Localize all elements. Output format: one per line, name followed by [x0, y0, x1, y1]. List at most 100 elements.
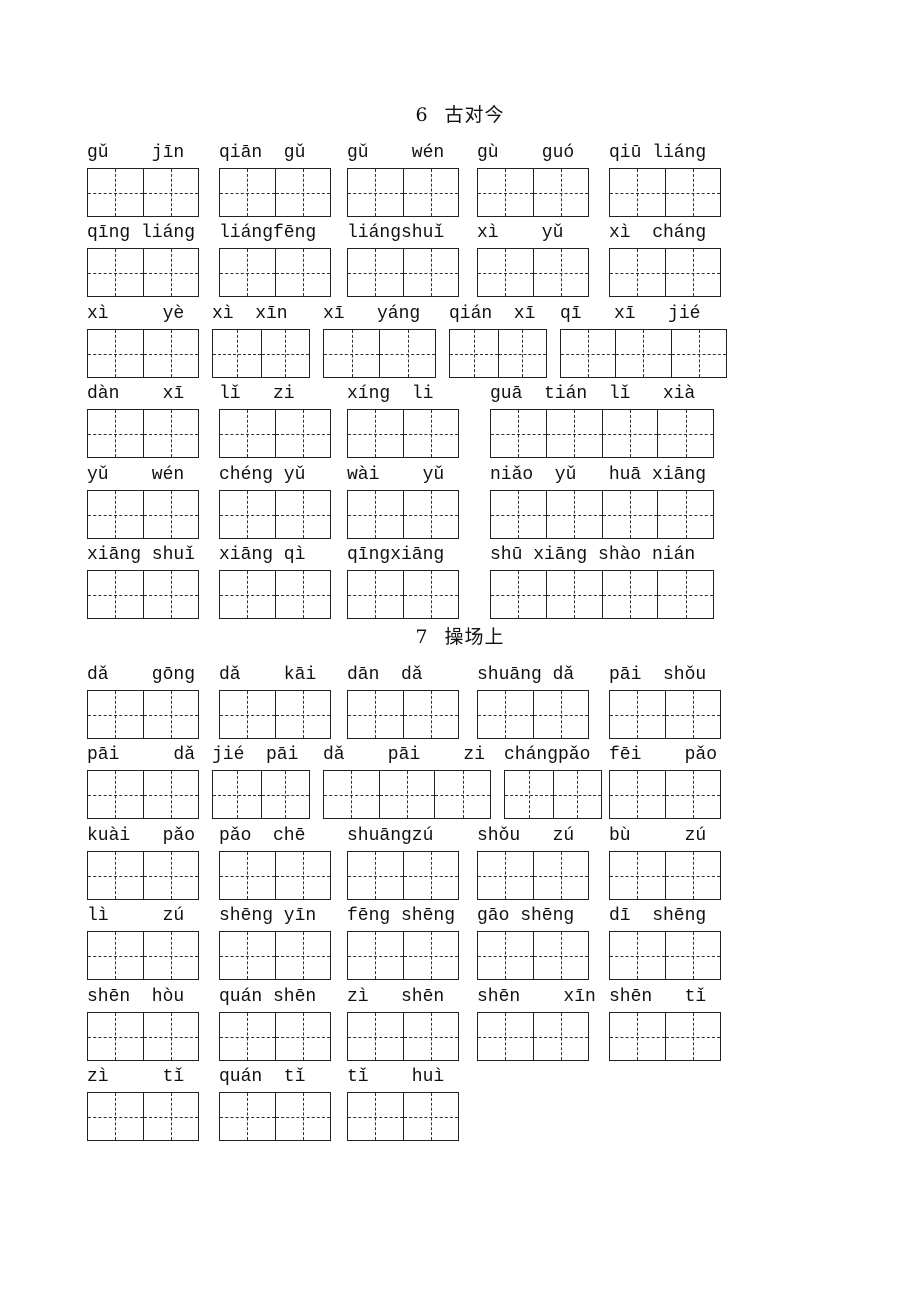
writing-box-group[interactable] — [609, 690, 721, 739]
tianzige-cell[interactable] — [88, 410, 144, 457]
tianzige-cell[interactable] — [403, 491, 459, 538]
tianzige-cell[interactable] — [403, 571, 459, 618]
tianzige-cell[interactable] — [348, 1013, 404, 1060]
tianzige-cell[interactable] — [213, 330, 262, 377]
tianzige-cell[interactable] — [505, 771, 554, 818]
writing-box-group[interactable] — [449, 329, 547, 378]
tianzige-cell[interactable] — [143, 852, 199, 899]
tianzige-cell[interactable] — [143, 410, 199, 457]
tianzige-cell[interactable] — [143, 932, 199, 979]
writing-box-group[interactable] — [219, 490, 331, 539]
tianzige-cell[interactable] — [275, 852, 331, 899]
tianzige-cell[interactable] — [665, 852, 721, 899]
tianzige-cell[interactable] — [275, 691, 331, 738]
tianzige-cell[interactable] — [610, 249, 666, 296]
writing-box-group[interactable] — [219, 570, 331, 619]
tianzige-cell[interactable] — [658, 571, 713, 618]
tianzige-cell[interactable] — [403, 1093, 459, 1140]
tianzige-cell[interactable] — [658, 491, 713, 538]
tianzige-cell[interactable] — [533, 852, 589, 899]
writing-box-group[interactable] — [87, 329, 199, 378]
writing-box-group[interactable] — [477, 931, 589, 980]
tianzige-cell[interactable] — [610, 932, 666, 979]
writing-box-group[interactable] — [87, 931, 199, 980]
tianzige-cell[interactable] — [533, 249, 589, 296]
tianzige-cell[interactable] — [610, 771, 666, 818]
writing-box-group[interactable] — [219, 409, 331, 458]
writing-box-group[interactable] — [323, 770, 491, 819]
tianzige-cell[interactable] — [220, 169, 276, 216]
tianzige-cell[interactable] — [610, 1013, 666, 1060]
tianzige-cell[interactable] — [403, 249, 459, 296]
tianzige-cell[interactable] — [533, 691, 589, 738]
tianzige-cell[interactable] — [533, 932, 589, 979]
tianzige-cell[interactable] — [275, 410, 331, 457]
writing-box-group[interactable] — [347, 409, 459, 458]
tianzige-cell[interactable] — [379, 771, 436, 818]
tianzige-cell[interactable] — [665, 771, 721, 818]
tianzige-cell[interactable] — [602, 410, 659, 457]
tianzige-cell[interactable] — [143, 571, 199, 618]
tianzige-cell[interactable] — [403, 169, 459, 216]
tianzige-cell[interactable] — [498, 330, 547, 377]
tianzige-cell[interactable] — [348, 491, 404, 538]
tianzige-cell[interactable] — [220, 249, 276, 296]
writing-box-group[interactable] — [212, 770, 310, 819]
tianzige-cell[interactable] — [610, 169, 666, 216]
writing-box-group[interactable] — [87, 690, 199, 739]
tianzige-cell[interactable] — [610, 691, 666, 738]
writing-box-group[interactable] — [347, 1092, 459, 1141]
tianzige-cell[interactable] — [88, 571, 144, 618]
writing-box-group[interactable] — [347, 931, 459, 980]
writing-box-group[interactable] — [87, 851, 199, 900]
tianzige-cell[interactable] — [220, 1093, 276, 1140]
tianzige-cell[interactable] — [143, 1093, 199, 1140]
tianzige-cell[interactable] — [450, 330, 499, 377]
writing-box-group[interactable] — [212, 329, 310, 378]
tianzige-cell[interactable] — [275, 491, 331, 538]
tianzige-cell[interactable] — [275, 1013, 331, 1060]
tianzige-cell[interactable] — [220, 691, 276, 738]
tianzige-cell[interactable] — [403, 932, 459, 979]
writing-box-group[interactable] — [219, 168, 331, 217]
tianzige-cell[interactable] — [220, 852, 276, 899]
writing-box-group[interactable] — [560, 329, 727, 378]
tianzige-cell[interactable] — [403, 852, 459, 899]
writing-box-group[interactable] — [490, 409, 714, 458]
writing-box-group[interactable] — [490, 570, 714, 619]
tianzige-cell[interactable] — [88, 330, 144, 377]
tianzige-cell[interactable] — [491, 571, 547, 618]
tianzige-cell[interactable] — [220, 1013, 276, 1060]
writing-box-group[interactable] — [477, 851, 589, 900]
tianzige-cell[interactable] — [478, 249, 534, 296]
tianzige-cell[interactable] — [478, 852, 534, 899]
writing-box-group[interactable] — [347, 168, 459, 217]
writing-box-group[interactable] — [87, 409, 199, 458]
tianzige-cell[interactable] — [275, 571, 331, 618]
tianzige-cell[interactable] — [348, 410, 404, 457]
tianzige-cell[interactable] — [610, 852, 666, 899]
tianzige-cell[interactable] — [261, 330, 310, 377]
tianzige-cell[interactable] — [533, 169, 589, 216]
writing-box-group[interactable] — [87, 490, 199, 539]
writing-box-group[interactable] — [219, 851, 331, 900]
tianzige-cell[interactable] — [348, 249, 404, 296]
tianzige-cell[interactable] — [88, 932, 144, 979]
tianzige-cell[interactable] — [220, 932, 276, 979]
tianzige-cell[interactable] — [275, 169, 331, 216]
tianzige-cell[interactable] — [143, 771, 199, 818]
tianzige-cell[interactable] — [665, 932, 721, 979]
writing-box-group[interactable] — [477, 690, 589, 739]
tianzige-cell[interactable] — [220, 571, 276, 618]
writing-box-group[interactable] — [87, 570, 199, 619]
tianzige-cell[interactable] — [220, 491, 276, 538]
tianzige-cell[interactable] — [561, 330, 617, 377]
writing-box-group[interactable] — [323, 329, 436, 378]
writing-box-group[interactable] — [219, 931, 331, 980]
tianzige-cell[interactable] — [665, 1013, 721, 1060]
tianzige-cell[interactable] — [143, 169, 199, 216]
writing-box-group[interactable] — [219, 1092, 331, 1141]
tianzige-cell[interactable] — [88, 852, 144, 899]
tianzige-cell[interactable] — [478, 932, 534, 979]
tianzige-cell[interactable] — [88, 771, 144, 818]
